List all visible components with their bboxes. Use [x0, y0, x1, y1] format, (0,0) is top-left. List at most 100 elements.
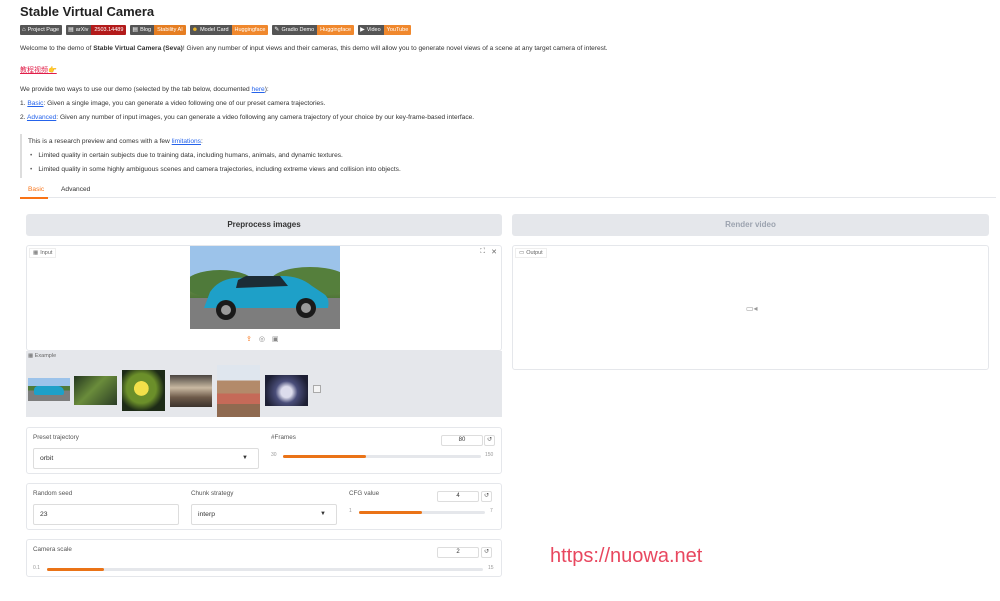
- cfg-reset-icon[interactable]: ↺: [481, 491, 492, 502]
- badge-label: Video: [366, 27, 381, 33]
- render-video-button[interactable]: Render video: [512, 214, 989, 236]
- video-icon: ▭: [519, 250, 525, 256]
- cfg-number-input[interactable]: 4: [437, 491, 479, 502]
- badge-label: Model Card: [200, 27, 229, 33]
- home-icon: ⌂: [22, 27, 26, 33]
- intro-post: ! Given any number of input views and th…: [182, 45, 608, 52]
- tutorial-video-link[interactable]: 教程视频👉: [20, 65, 57, 75]
- upload-icon[interactable]: ⇪: [246, 335, 252, 343]
- example-label: ▦ Example: [28, 353, 57, 359]
- notice-post: :: [200, 138, 203, 145]
- chunk-strategy-select[interactable]: interp ▼: [191, 504, 337, 525]
- active-tab-indicator: [20, 197, 48, 199]
- badge-label: Blog: [140, 27, 152, 33]
- broken-image-icon[interactable]: [313, 385, 321, 393]
- input-image-panel: ▦ Input ⛶ ✕ ⇪ ◎ ▣: [26, 245, 502, 351]
- webcam-icon[interactable]: ◎: [259, 335, 265, 343]
- advanced-text: : Given any number of input images, you …: [56, 114, 475, 121]
- example-thumb-car[interactable]: [28, 378, 70, 401]
- notice-item: Limited quality in some highly ambiguous…: [30, 166, 400, 173]
- gradio-icon: ✎: [274, 27, 280, 33]
- output-video-panel: ▭ Output ▭◂: [512, 245, 989, 370]
- preset-trajectory-select[interactable]: orbit ▼: [33, 448, 259, 469]
- preprocess-images-button[interactable]: Preprocess images: [26, 214, 502, 236]
- frames-label: #Frames: [271, 434, 296, 441]
- frames-slider-fill: [283, 455, 367, 458]
- limitations-link[interactable]: limitations: [172, 138, 201, 145]
- example-thumb-room[interactable]: [170, 375, 212, 407]
- badge-label: Gradio Demo: [281, 27, 315, 33]
- examples-gallery: ▦ Example: [26, 351, 502, 417]
- example-label-text: Example: [34, 353, 57, 359]
- badge-blog[interactable]: ▤ Blog Stability AI: [130, 25, 186, 35]
- preset-trajectory-label: Preset trajectory: [33, 434, 79, 441]
- ways-pre: We provide two ways to use our demo (sel…: [20, 86, 252, 93]
- video-placeholder-icon: ▭◂: [746, 304, 758, 313]
- notice-intro: This is a research preview and comes wit…: [28, 138, 203, 145]
- badge-value: YouTube: [383, 25, 412, 35]
- basic-line: 1. Basic: Given a single image, you can …: [20, 100, 325, 107]
- example-thumb-landscape[interactable]: [217, 365, 260, 417]
- cfg-max: 7: [490, 508, 493, 514]
- limitations-notice: This is a research preview and comes wit…: [20, 134, 580, 178]
- badge-model-card[interactable]: ☻ Model Card Huggingface: [189, 25, 269, 35]
- cfg-slider[interactable]: [359, 511, 485, 514]
- doc-icon: ▤: [68, 27, 74, 33]
- tab-advanced[interactable]: Advanced: [61, 186, 90, 193]
- badge-row: ⌂ Project Page ▤ arXiv 2503.14489 ▤ Blog St…: [20, 25, 412, 35]
- cfg-min: 1: [349, 508, 352, 514]
- cfg-value-label: CFG value: [349, 490, 380, 497]
- random-seed-input[interactable]: 23: [33, 504, 179, 525]
- badge-value: Huggingface: [231, 25, 269, 35]
- camera-scale-slider[interactable]: [47, 568, 483, 571]
- video-icon: ▶: [360, 27, 365, 33]
- camera-scale-min: 0.1: [33, 565, 40, 571]
- example-thumb-flower[interactable]: [122, 370, 165, 411]
- badge-video[interactable]: ▶ Video YouTube: [358, 25, 412, 35]
- trajectory-controls: Preset trajectory orbit ▼ #Frames 80 ↺ 3…: [26, 427, 502, 474]
- output-label: ▭ Output: [515, 248, 547, 258]
- car-photo-svg: [190, 246, 340, 329]
- frames-max: 150: [485, 452, 494, 458]
- clipboard-icon[interactable]: ▣: [272, 335, 279, 343]
- frames-reset-icon[interactable]: ↺: [484, 435, 495, 446]
- camera-scale-label: Camera scale: [33, 546, 72, 553]
- badge-value: 2503.14489: [91, 25, 127, 35]
- close-icon[interactable]: ✕: [491, 248, 497, 256]
- random-seed-label: Random seed: [33, 490, 73, 497]
- ways-text: We provide two ways to use our demo (sel…: [20, 86, 269, 93]
- advanced-num: 2.: [20, 114, 27, 121]
- camera-scale-reset-icon[interactable]: ↺: [481, 547, 492, 558]
- badge-value: Stability AI: [154, 25, 186, 35]
- intro-text: Welcome to the demo of Stable Virtual Ca…: [20, 45, 608, 52]
- notice-pre: This is a research preview and comes wit…: [28, 138, 172, 145]
- mode-tabs: Basic Advanced: [20, 184, 996, 198]
- advanced-link[interactable]: Advanced: [27, 114, 56, 121]
- basic-text: : Given a single image, you can generate…: [43, 100, 326, 107]
- input-image: [190, 246, 340, 329]
- chunk-strategy-value: interp: [198, 511, 216, 518]
- intro-bold: Stable Virtual Camera (Seva): [93, 45, 183, 52]
- example-thumb-frog[interactable]: [74, 376, 117, 405]
- fullscreen-icon[interactable]: ⛶: [480, 248, 485, 256]
- badge-label: arXiv: [75, 27, 89, 33]
- camera-scale-number-input[interactable]: 2: [437, 547, 479, 558]
- badge-label: Project Page: [27, 27, 60, 33]
- page-title: Stable Virtual Camera: [20, 4, 155, 19]
- watermark-text: https://nuowa.net: [550, 545, 703, 567]
- badge-arxiv[interactable]: ▤ arXiv 2503.14489: [66, 25, 127, 35]
- frames-slider[interactable]: [283, 455, 481, 458]
- cfg-slider-fill: [359, 511, 422, 514]
- tab-basic[interactable]: Basic: [28, 186, 44, 193]
- camera-scale-controls: Camera scale 2 ↺ 0.1 15: [26, 539, 502, 577]
- chevron-down-icon: ▼: [242, 455, 248, 461]
- badge-project-page[interactable]: ⌂ Project Page: [20, 25, 63, 35]
- frames-number-input[interactable]: 80: [441, 435, 483, 446]
- here-link[interactable]: here: [252, 86, 265, 93]
- example-thumb-flowers-blue[interactable]: [265, 375, 308, 406]
- badge-gradio-demo[interactable]: ✎ Gradio Demo Huggingface: [272, 25, 355, 35]
- chevron-down-icon: ▼: [320, 511, 326, 517]
- basic-link[interactable]: Basic: [27, 100, 43, 107]
- advanced-line: 2. Advanced: Given any number of input i…: [20, 114, 474, 121]
- camera-scale-slider-fill: [47, 568, 104, 571]
